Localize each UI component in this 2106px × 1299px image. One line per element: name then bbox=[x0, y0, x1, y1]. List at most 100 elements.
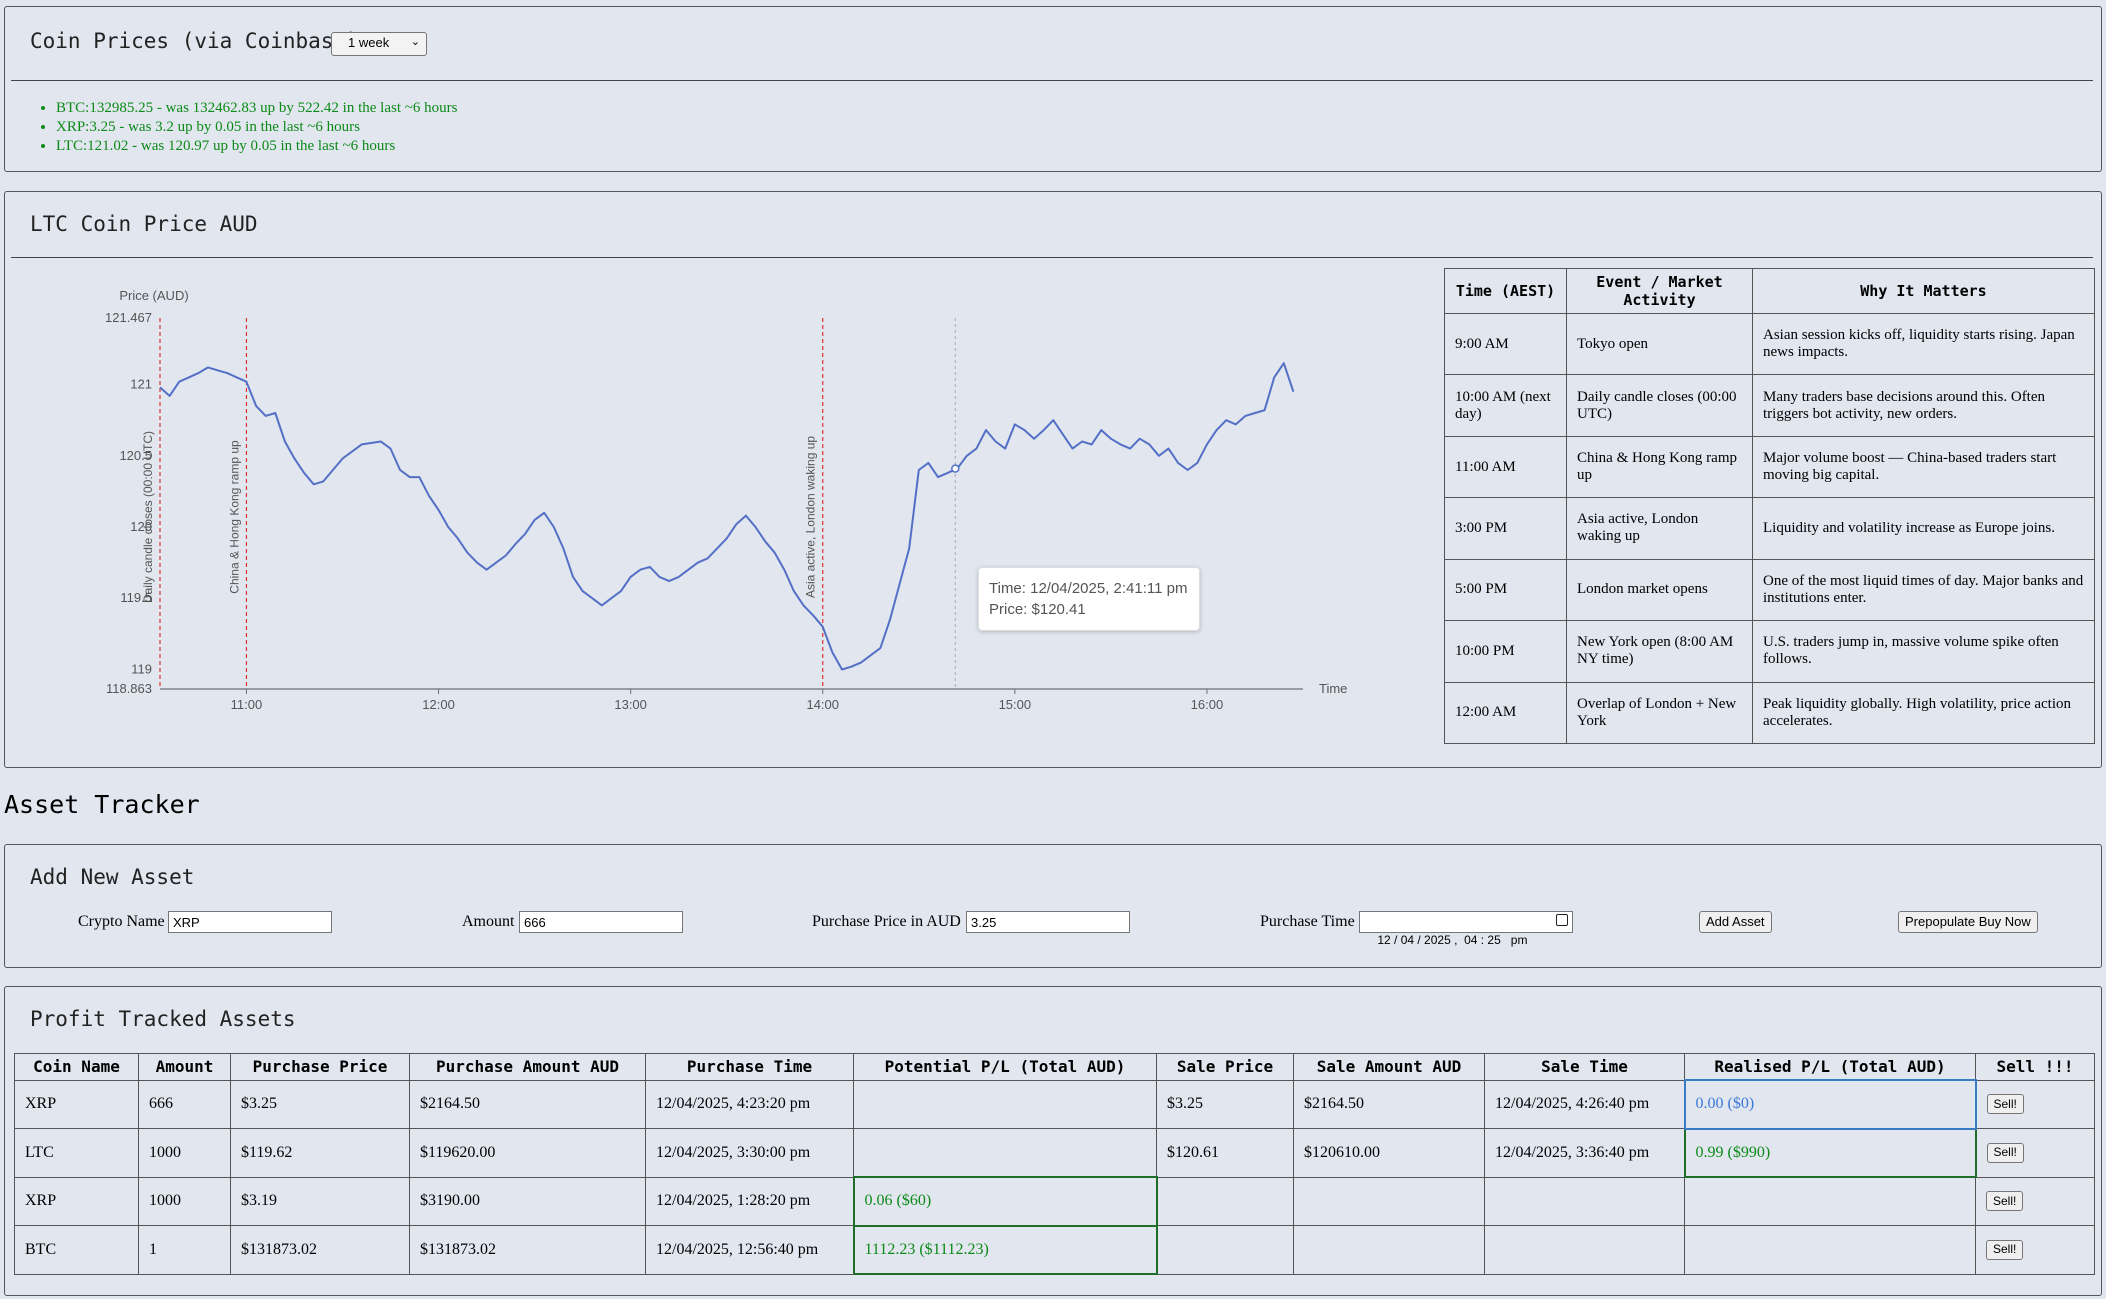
chart-panel-title: LTC Coin Price AUD bbox=[30, 212, 258, 236]
events-row: 9:00 AM Tokyo open Asian session kicks off… bbox=[1444, 312, 2095, 376]
cell-sell: Sell! bbox=[1975, 1225, 2095, 1275]
events-cell-event: London market opens bbox=[1566, 558, 1753, 622]
cell-sale-time: 12/04/2025, 3:36:40 pm bbox=[1484, 1128, 1685, 1178]
cell-purchase-time: 12/04/2025, 1:28:20 pm bbox=[645, 1176, 854, 1226]
chart-tooltip: Time: 12/04/2025, 2:41:11 pm Price: $120… bbox=[978, 567, 1200, 631]
cell-purchase-price: $131873.02 bbox=[230, 1225, 410, 1275]
event-marker-label: Daily candle closes (00:00 UTC) bbox=[141, 431, 155, 603]
amount-input[interactable] bbox=[519, 911, 683, 933]
purchase-time-input[interactable]: 12 / 04 / 2025 , 04 : 25 pm bbox=[1359, 911, 1573, 947]
purchase-price-label: Purchase Price in AUD bbox=[812, 913, 961, 930]
x-tick-label: 15:00 bbox=[999, 697, 1032, 712]
events-cell-time: 9:00 AM bbox=[1444, 312, 1567, 376]
cell-sale-time bbox=[1484, 1225, 1685, 1275]
y-tick-label: 118.863 bbox=[106, 681, 152, 696]
tooltip-price: Price: $120.41 bbox=[989, 601, 1086, 618]
header-sell: Sell !!! bbox=[1975, 1053, 2095, 1081]
header-coin-name: Coin Name bbox=[14, 1053, 139, 1081]
add-asset-title: Add New Asset bbox=[30, 865, 195, 889]
purchase-time-value: 12 / 04 / 2025 , 04 : 25 pm bbox=[1377, 933, 1528, 947]
events-cell-event: Asia active, London waking up bbox=[1566, 497, 1753, 560]
price-change-list: BTC:132985.25 - was 132462.83 up by 522.… bbox=[39, 99, 457, 156]
header-purchase-amount: Purchase Amount AUD bbox=[409, 1053, 646, 1081]
coin-prices-title: Coin Prices (via Coinbase) bbox=[30, 29, 359, 53]
x-tick-label: 11:00 bbox=[231, 697, 263, 712]
events-row: 3:00 PM Asia active, London waking up Liqu… bbox=[1444, 497, 2095, 560]
cell-realised-pl: 0.99 ($990) bbox=[1683, 1127, 1977, 1178]
events-cell-event: New York open (8:00 AM NY time) bbox=[1566, 620, 1753, 683]
events-row: 12:00 AM Overlap of London + New York Peak… bbox=[1444, 681, 2095, 745]
events-row: 10:00 PM New York open (8:00 AM NY time) U… bbox=[1444, 620, 2095, 683]
cell-sale-amount bbox=[1293, 1225, 1485, 1275]
header-sale-amount: Sale Amount AUD bbox=[1293, 1053, 1485, 1081]
cell-purchase-amount: $131873.02 bbox=[409, 1225, 646, 1275]
events-cell-time: 5:00 PM bbox=[1444, 558, 1567, 622]
sell-button[interactable]: Sell! bbox=[1986, 1239, 2024, 1260]
cell-realised-pl: 0.00 ($0) bbox=[1683, 1079, 1977, 1130]
profit-row: XRP 666 $3.25 $2164.50 12/04/2025, 4:23:20 p… bbox=[14, 1079, 2095, 1130]
sell-button[interactable]: Sell! bbox=[1986, 1094, 2024, 1115]
price-item-xrp: XRP:3.25 - was 3.2 up by 0.05 in the las… bbox=[56, 118, 457, 137]
y-tick-label: 121 bbox=[130, 377, 152, 392]
events-cell-why: One of the most liquid times of day. Maj… bbox=[1752, 558, 2095, 622]
header-purchase-price: Purchase Price bbox=[230, 1053, 410, 1081]
events-cell-why: Peak liquidity globally. High volatility… bbox=[1752, 681, 2095, 745]
event-marker-label: China & Hong Kong ramp up bbox=[227, 440, 241, 594]
header-amount: Amount bbox=[138, 1053, 231, 1081]
profit-header-row: Coin Name Amount Purchase Price Purchase… bbox=[14, 1053, 2095, 1081]
cell-purchase-time: 12/04/2025, 4:23:20 pm bbox=[645, 1079, 854, 1129]
cell-coin-name: XRP bbox=[14, 1176, 139, 1226]
x-tick-label: 16:00 bbox=[1191, 697, 1224, 712]
cell-coin-name: LTC bbox=[14, 1128, 139, 1178]
profit-row: XRP 1000 $3.19 $3190.00 12/04/2025, 1:28:20 … bbox=[14, 1176, 2095, 1227]
cell-purchase-amount: $119620.00 bbox=[409, 1128, 646, 1178]
profit-row: LTC 1000 $119.62 $119620.00 12/04/2025, 3:30… bbox=[14, 1127, 2095, 1178]
crypto-name-input[interactable] bbox=[168, 911, 332, 933]
sell-button[interactable]: Sell! bbox=[1986, 1191, 2024, 1212]
cell-sale-amount: $2164.50 bbox=[1293, 1079, 1485, 1129]
calendar-icon[interactable] bbox=[1556, 914, 1568, 926]
cell-sale-time bbox=[1484, 1176, 1685, 1226]
cell-sale-time: 12/04/2025, 4:26:40 pm bbox=[1484, 1079, 1685, 1129]
y-tick-label: 119 bbox=[131, 661, 152, 676]
cell-realised-pl bbox=[1684, 1225, 1976, 1275]
cell-potential-pl bbox=[853, 1079, 1157, 1129]
cell-potential-pl: 1112.23 ($1112.23) bbox=[852, 1224, 1158, 1275]
hover-point bbox=[951, 464, 960, 473]
add-asset-panel: Add New Asset Crypto Name Amount Purchas… bbox=[4, 844, 2102, 968]
cell-amount: 666 bbox=[138, 1079, 231, 1129]
cell-purchase-price: $119.62 bbox=[230, 1128, 410, 1178]
header-purchase-time: Purchase Time bbox=[645, 1053, 854, 1081]
header-sale-price: Sale Price bbox=[1156, 1053, 1294, 1081]
events-cell-event: Overlap of London + New York bbox=[1566, 681, 1753, 745]
header-realised-pl: Realised P/L (Total AUD) bbox=[1684, 1053, 1976, 1081]
crypto-name-label: Crypto Name bbox=[78, 913, 165, 930]
cell-sale-price bbox=[1156, 1225, 1294, 1275]
events-cell-event: China & Hong Kong ramp up bbox=[1566, 435, 1753, 499]
events-header-why: Why It Matters bbox=[1752, 268, 2095, 314]
ltc-price-chart[interactable]: 121.467121120.5120119.5119118.86311:00 12… bbox=[5, 252, 1425, 752]
events-cell-why: Liquidity and volatility increase as Eur… bbox=[1752, 497, 2095, 560]
events-row: 5:00 PM London market opens One of the mos… bbox=[1444, 558, 2095, 622]
events-cell-time: 12:00 AM bbox=[1444, 681, 1567, 745]
events-cell-why: U.S. traders jump in, massive volume spi… bbox=[1752, 620, 2095, 683]
x-axis-name: Time bbox=[1319, 681, 1347, 696]
cell-sale-amount: $120610.00 bbox=[1293, 1128, 1485, 1178]
price-item-ltc: LTC:121.02 - was 120.97 up by 0.05 in th… bbox=[56, 137, 457, 156]
events-cell-why: Many traders base decisions around this.… bbox=[1752, 374, 2095, 437]
price-item-btc: BTC:132985.25 - was 132462.83 up by 522.… bbox=[56, 99, 457, 118]
events-header-event: Event / Market Activity bbox=[1566, 268, 1753, 314]
add-asset-button[interactable]: Add Asset bbox=[1699, 911, 1772, 933]
events-header-row: Time (AEST) Event / Market Activity Why … bbox=[1444, 268, 2095, 314]
cell-purchase-amount: $2164.50 bbox=[409, 1079, 646, 1129]
asset-tracker-heading: Asset Tracker bbox=[4, 790, 200, 819]
ltc-chart-panel: LTC Coin Price AUD 121.467 121 120.5 120 119… bbox=[4, 191, 2102, 768]
prepopulate-buy-now-button[interactable]: Prepopulate Buy Now bbox=[1898, 911, 2038, 933]
events-row: 10:00 AM (next day) Daily candle closes (… bbox=[1444, 374, 2095, 437]
purchase-price-input[interactable] bbox=[966, 911, 1130, 933]
time-range-select[interactable]: 1 week ⌄ bbox=[331, 32, 427, 56]
amount-label: Amount bbox=[462, 913, 515, 930]
divider bbox=[11, 80, 2093, 81]
sell-button[interactable]: Sell! bbox=[1986, 1142, 2024, 1163]
events-header-time: Time (AEST) bbox=[1444, 268, 1567, 314]
